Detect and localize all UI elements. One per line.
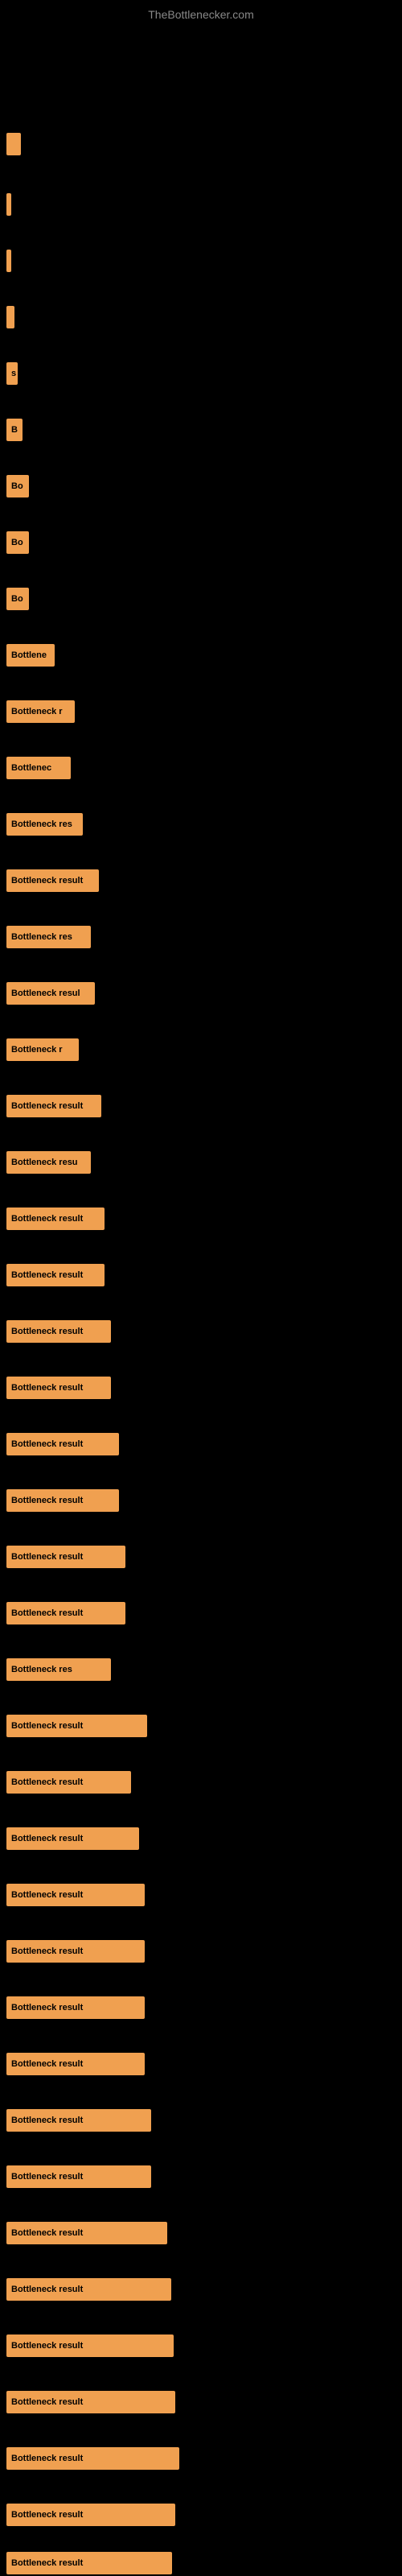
bottleneck-bar: Bo xyxy=(6,475,29,497)
bottleneck-bar: Bottleneck result xyxy=(6,2053,145,2075)
bottleneck-bar: Bottleneck result xyxy=(6,2552,172,2574)
bottleneck-bar: Bottleneck res xyxy=(6,926,91,948)
bottleneck-bar: Bottleneck result xyxy=(6,1827,139,1850)
site-title: TheBottlenecker.com xyxy=(0,2,402,24)
bottleneck-bar: Bottleneck result xyxy=(6,1546,125,1568)
bottleneck-bar: Bo xyxy=(6,588,29,610)
bottleneck-bar: Bottleneck result xyxy=(6,2109,151,2132)
bottleneck-bar: Bottleneck result xyxy=(6,1940,145,1963)
bottleneck-bar: Bottlenec xyxy=(6,757,71,779)
bottleneck-bar: Bottleneck result xyxy=(6,1771,131,1794)
bottleneck-bar: s xyxy=(6,362,18,385)
bottleneck-bar: Bottleneck result xyxy=(6,1715,147,1737)
bottleneck-bar xyxy=(6,193,11,216)
bottleneck-bar: Bottleneck result xyxy=(6,2222,167,2244)
bottleneck-bar: Bottleneck result xyxy=(6,1489,119,1512)
bottleneck-bar: Bottleneck result xyxy=(6,2391,175,2413)
bottleneck-bar: Bottleneck result xyxy=(6,1433,119,1455)
bottleneck-bar: Bottleneck r xyxy=(6,700,75,723)
bottleneck-bar xyxy=(6,133,21,155)
bottleneck-bar: B xyxy=(6,419,23,441)
bottleneck-bar: Bottleneck result xyxy=(6,1320,111,1343)
bottleneck-bar: Bottleneck result xyxy=(6,1602,125,1624)
bottleneck-bar: Bottleneck res xyxy=(6,1658,111,1681)
bottleneck-bar: Bottleneck resu xyxy=(6,1151,91,1174)
bottleneck-bar: Bottleneck result xyxy=(6,2504,175,2526)
bottleneck-bar: Bottlene xyxy=(6,644,55,667)
bottleneck-bar xyxy=(6,306,14,328)
bottleneck-bar: Bottleneck result xyxy=(6,1996,145,2019)
bottleneck-bar xyxy=(6,250,11,272)
bottleneck-bar: Bottleneck r xyxy=(6,1038,79,1061)
bottleneck-bar: Bottleneck res xyxy=(6,813,83,836)
bottleneck-bar: Bottleneck result xyxy=(6,2165,151,2188)
bottleneck-bar: Bottleneck result xyxy=(6,869,99,892)
bottleneck-bar: Bottleneck result xyxy=(6,1884,145,1906)
bottleneck-bar: Bo xyxy=(6,531,29,554)
bottleneck-bar: Bottleneck result xyxy=(6,2334,174,2357)
bottleneck-bar: Bottleneck result xyxy=(6,1264,105,1286)
bottleneck-bar: Bottleneck result xyxy=(6,1208,105,1230)
bottleneck-bar: Bottleneck result xyxy=(6,1095,101,1117)
bottleneck-bar: Bottleneck result xyxy=(6,2447,179,2470)
bottleneck-bar: Bottleneck resul xyxy=(6,982,95,1005)
bottleneck-bar: Bottleneck result xyxy=(6,2278,171,2301)
bottleneck-bar: Bottleneck result xyxy=(6,1377,111,1399)
